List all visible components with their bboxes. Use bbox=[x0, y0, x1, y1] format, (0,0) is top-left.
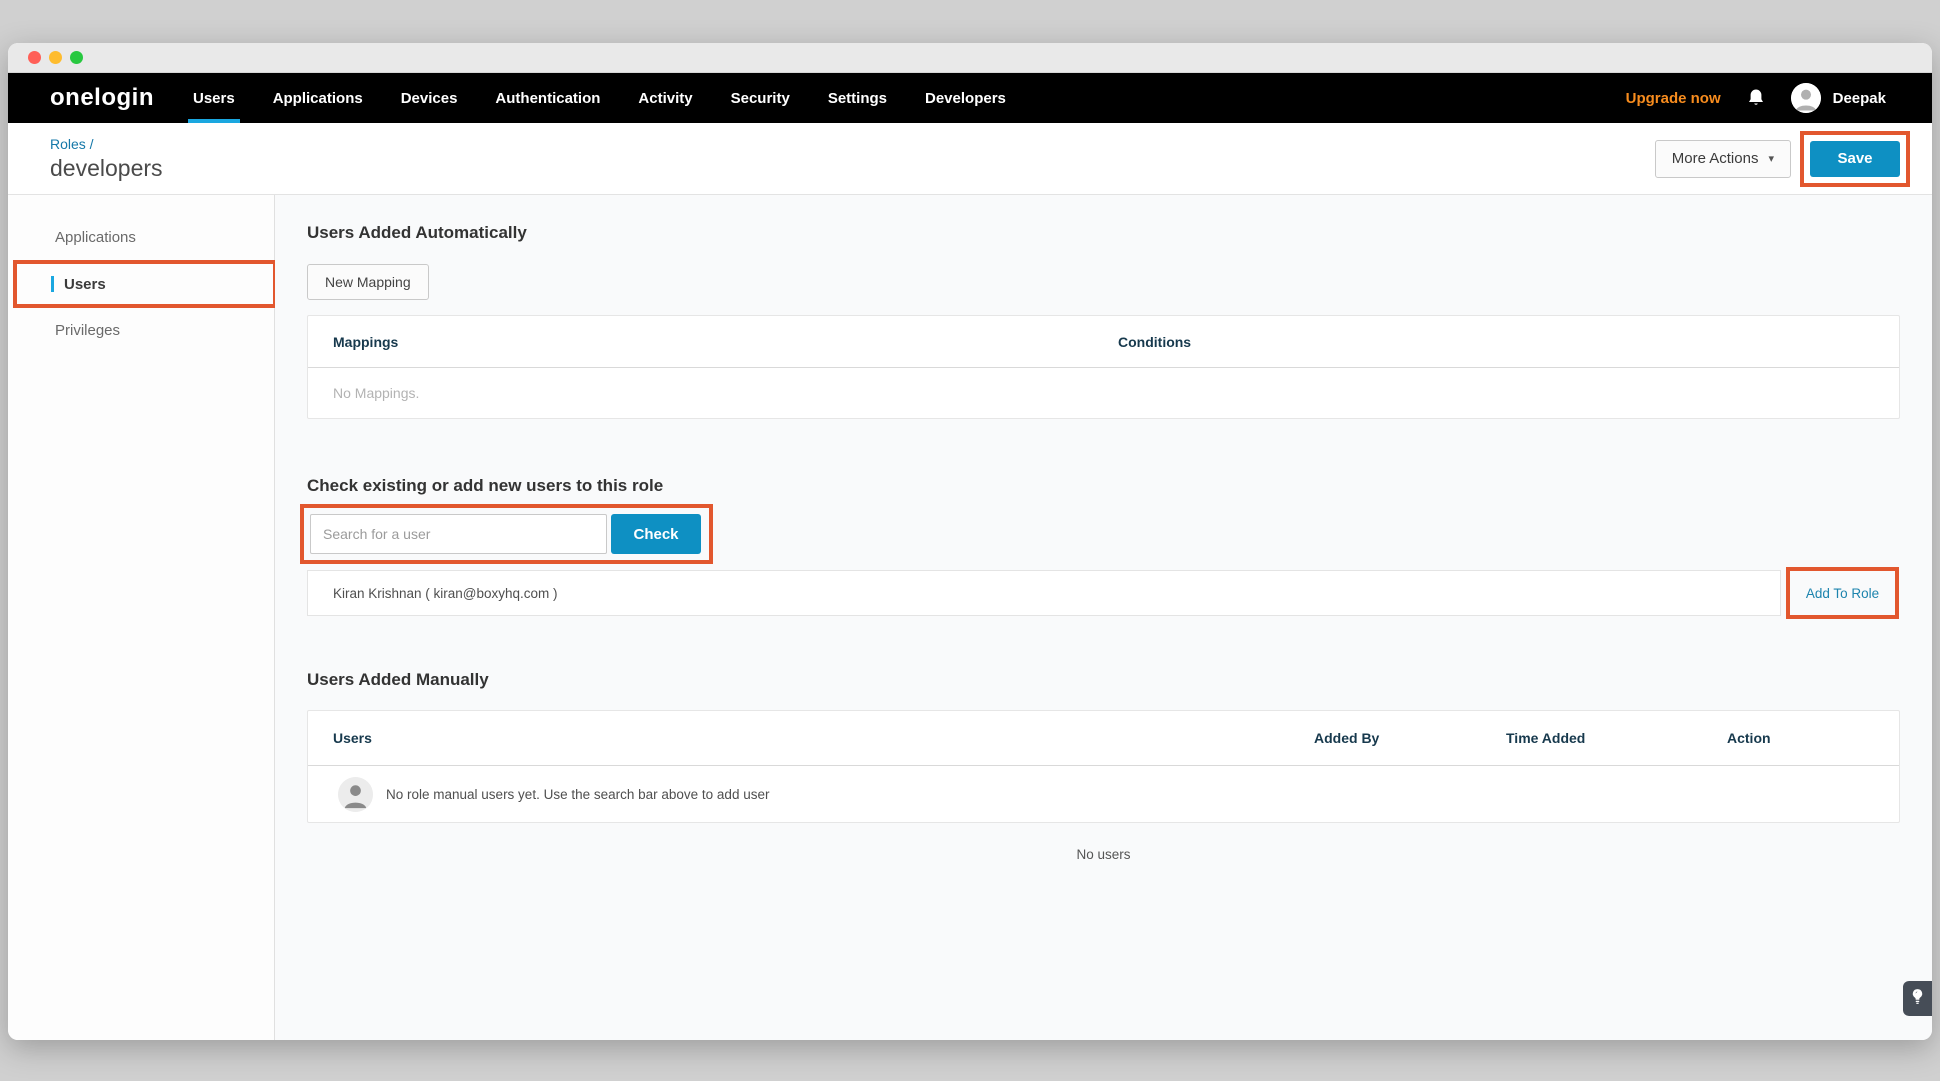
new-mapping-button[interactable]: New Mapping bbox=[307, 264, 429, 300]
upgrade-now-link[interactable]: Upgrade now bbox=[1626, 90, 1721, 107]
primary-nav: Users Applications Devices Authenticatio… bbox=[174, 73, 1025, 123]
save-annotation-box: Save bbox=[1800, 131, 1910, 187]
column-header-conditions: Conditions bbox=[1118, 316, 1899, 367]
main-content: Users Added Automatically New Mapping Ma… bbox=[275, 195, 1932, 1040]
nav-item-authentication[interactable]: Authentication bbox=[476, 73, 619, 123]
no-mappings-row: No Mappings. bbox=[308, 368, 1899, 418]
minimize-button[interactable] bbox=[49, 51, 62, 64]
search-user-input[interactable] bbox=[310, 514, 607, 554]
column-header-added-by: Added By bbox=[1314, 711, 1506, 765]
column-header-users: Users bbox=[308, 711, 1314, 765]
nav-item-settings[interactable]: Settings bbox=[809, 73, 906, 123]
add-to-role-link[interactable]: Add To Role bbox=[1806, 586, 1879, 601]
notifications-bell-icon[interactable] bbox=[1747, 88, 1765, 108]
window-controls bbox=[28, 51, 83, 64]
breadcrumb-block: Roles / developers bbox=[50, 136, 163, 182]
top-navbar: onelogin Users Applications Devices Auth… bbox=[8, 73, 1932, 123]
nav-item-users[interactable]: Users bbox=[174, 73, 254, 123]
sidebar-item-users[interactable]: Users bbox=[17, 264, 273, 304]
search-result-area: Kiran Krishnan ( kiran@boxyhq.com ) Add … bbox=[307, 567, 1900, 619]
save-button[interactable]: Save bbox=[1810, 141, 1900, 177]
sidebar-item-applications[interactable]: Applications bbox=[8, 215, 274, 260]
add-to-role-annotation-box: Add To Role bbox=[1786, 567, 1899, 619]
column-header-action: Action bbox=[1727, 711, 1899, 765]
sidebar-item-users-label: Users bbox=[64, 276, 106, 293]
more-actions-button[interactable]: More Actions ▾ bbox=[1655, 140, 1791, 178]
no-users-text: No users bbox=[307, 847, 1900, 862]
page-header: Roles / developers More Actions ▾ Save bbox=[8, 123, 1932, 195]
user-menu[interactable]: Deepak bbox=[1791, 83, 1886, 113]
chevron-down-icon: ▾ bbox=[1768, 152, 1774, 165]
nav-item-developers[interactable]: Developers bbox=[906, 73, 1025, 123]
active-indicator-bar bbox=[51, 276, 54, 292]
role-sidebar: Applications Users Privileges bbox=[8, 195, 275, 1040]
nav-item-security[interactable]: Security bbox=[712, 73, 809, 123]
breadcrumb-roles-link[interactable]: Roles / bbox=[50, 136, 163, 152]
auto-section-title: Users Added Automatically bbox=[307, 223, 1900, 243]
manual-users-table-header: Users Added By Time Added Action bbox=[308, 711, 1899, 766]
no-manual-users-text: No role manual users yet. Use the search… bbox=[386, 787, 769, 802]
nav-item-activity[interactable]: Activity bbox=[619, 73, 711, 123]
check-section-title: Check existing or add new users to this … bbox=[307, 476, 1900, 496]
manual-users-table: Users Added By Time Added Action No role… bbox=[307, 710, 1900, 823]
more-actions-label: More Actions bbox=[1672, 150, 1759, 167]
check-button[interactable]: Check bbox=[611, 514, 701, 554]
user-name: Deepak bbox=[1833, 90, 1886, 107]
user-avatar bbox=[1791, 83, 1821, 113]
nav-item-applications[interactable]: Applications bbox=[254, 73, 382, 123]
help-lightbulb-button[interactable] bbox=[1903, 981, 1932, 1016]
page-title: developers bbox=[50, 155, 163, 182]
placeholder-user-avatar bbox=[338, 777, 373, 812]
navbar-right: Upgrade now Deepak bbox=[1626, 73, 1886, 123]
close-button[interactable] bbox=[28, 51, 41, 64]
header-actions: More Actions ▾ Save bbox=[1655, 131, 1910, 187]
users-annotation-box: Users bbox=[13, 260, 277, 308]
manual-section-title: Users Added Manually bbox=[307, 670, 1900, 690]
column-header-time-added: Time Added bbox=[1506, 711, 1727, 765]
mappings-table-header: Mappings Conditions bbox=[308, 316, 1899, 368]
maximize-button[interactable] bbox=[70, 51, 83, 64]
column-header-mappings: Mappings bbox=[308, 316, 1118, 367]
search-annotation-box: Check bbox=[300, 504, 713, 564]
no-manual-users-row: No role manual users yet. Use the search… bbox=[308, 766, 1899, 822]
onelogin-logo[interactable]: onelogin bbox=[50, 73, 154, 123]
nav-item-devices[interactable]: Devices bbox=[382, 73, 477, 123]
mappings-table: Mappings Conditions No Mappings. bbox=[307, 315, 1900, 419]
user-result-row: Kiran Krishnan ( kiran@boxyhq.com ) bbox=[307, 570, 1781, 616]
app-window: onelogin Users Applications Devices Auth… bbox=[8, 43, 1932, 1040]
sidebar-item-privileges[interactable]: Privileges bbox=[8, 308, 274, 353]
window-titlebar bbox=[8, 43, 1932, 73]
lightbulb-icon bbox=[1911, 988, 1924, 1010]
